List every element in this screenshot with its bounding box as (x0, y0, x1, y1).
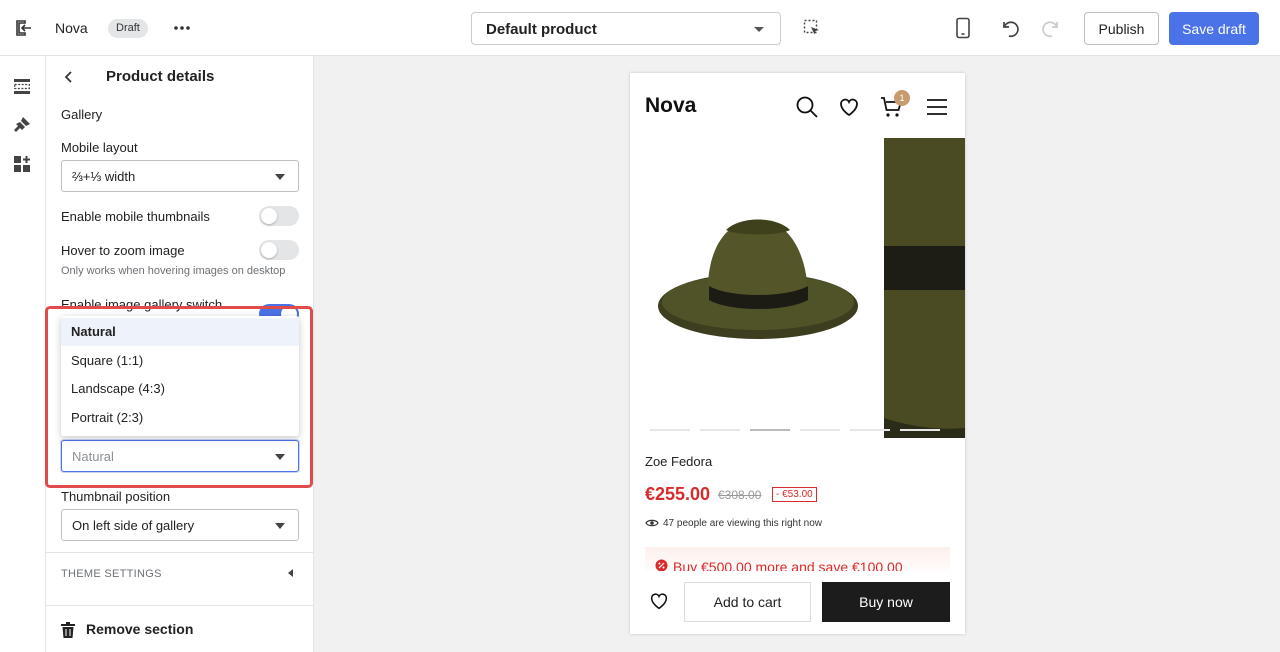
chevron-down-icon (754, 27, 764, 32)
caret-left-icon[interactable] (288, 569, 293, 577)
viewers-text: 47 people are viewing this right now (663, 518, 822, 529)
thumbnail-position-label: Thumbnail position (61, 489, 171, 504)
ratio-option-square[interactable]: Square (1:1) (61, 347, 299, 375)
hat-closeup-illustration (884, 138, 965, 438)
back-chevron-icon[interactable] (62, 70, 76, 84)
mobile-layout-select[interactable]: ⅔+⅓ width (61, 160, 299, 192)
store-preview: Nova 1 Zoe Fedora €255.00 €308.00 - €53.… (630, 73, 965, 634)
sticky-add-to-cart-bar: Add to cart Buy now (630, 571, 965, 634)
remove-section-label: Remove section (86, 621, 194, 637)
pagination-dot[interactable] (800, 429, 840, 431)
trash-icon (61, 622, 75, 638)
gallery-switch-label: Enable image gallery switch (61, 297, 223, 312)
heart-icon[interactable] (648, 590, 670, 612)
divider (46, 605, 314, 606)
store-name: Nova (55, 20, 88, 36)
hover-zoom-toggle[interactable] (259, 240, 299, 260)
image-ratio-select[interactable]: Natural (61, 440, 299, 472)
redo-icon[interactable] (1041, 17, 1063, 39)
hover-zoom-help: Only works when hovering images on deskt… (61, 265, 286, 277)
inspect-selector-icon[interactable] (803, 19, 821, 37)
template-select-value: Default product (486, 21, 597, 38)
pagination-dot-active[interactable] (750, 429, 790, 431)
mobile-thumbnails-label: Enable mobile thumbnails (61, 209, 210, 224)
gallery-heading: Gallery (61, 107, 103, 122)
theme-settings-toggle[interactable]: THEME SETTINGS (61, 568, 162, 580)
product-name: Zoe Fedora (645, 454, 713, 469)
apps-icon[interactable] (12, 154, 32, 174)
compare-at-price: €308.00 (718, 488, 762, 502)
ratio-option-portrait[interactable]: Portrait (2:3) (61, 404, 299, 432)
paintbrush-icon[interactable] (12, 115, 32, 135)
gallery-pagination (650, 429, 950, 432)
top-bar: Nova Draft Default product Publish Save … (0, 0, 1280, 56)
ratio-dropdown-list: Natural Square (1:1) Landscape (4:3) Por… (61, 316, 299, 436)
thumbnail-position-select[interactable]: On left side of gallery (61, 509, 299, 541)
sections-icon[interactable] (12, 76, 32, 96)
mobile-layout-label: Mobile layout (61, 140, 138, 155)
settings-panel: Product details Gallery Mobile layout ⅔+… (46, 56, 314, 652)
pagination-dot[interactable] (650, 429, 690, 431)
savings-badge: - €53.00 (772, 487, 817, 502)
panel-title: Product details (106, 68, 215, 85)
hat-illustration (658, 219, 858, 339)
mobile-layout-value: ⅔+⅓ width (72, 169, 136, 184)
eye-icon (645, 519, 659, 527)
ratio-option-natural[interactable]: Natural (61, 318, 299, 346)
cart-count-badge: 1 (894, 90, 910, 106)
product-image-next[interactable] (884, 138, 965, 438)
hover-zoom-label: Hover to zoom image (61, 243, 185, 258)
thumbnail-position-value: On left side of gallery (72, 518, 195, 533)
pagination-dot[interactable] (700, 429, 740, 431)
status-badge: Draft (108, 19, 148, 38)
preview-logo[interactable]: Nova (645, 94, 696, 118)
divider (46, 552, 314, 553)
caret-down-icon (275, 174, 285, 180)
menu-icon[interactable] (925, 95, 949, 119)
caret-down-icon (275, 454, 285, 460)
wishlist-heart-icon[interactable] (837, 95, 861, 119)
publish-button[interactable]: Publish (1084, 12, 1159, 45)
caret-down-icon (275, 523, 285, 529)
exit-icon[interactable] (13, 18, 33, 38)
product-gallery[interactable] (630, 138, 965, 438)
mobile-view-icon[interactable] (954, 17, 972, 39)
template-select[interactable]: Default product (471, 12, 781, 45)
mobile-thumbnails-toggle[interactable] (259, 206, 299, 226)
product-price: €255.00 (645, 484, 711, 504)
pagination-dot[interactable] (900, 429, 940, 431)
left-rail (0, 56, 46, 652)
product-image[interactable] (630, 138, 882, 438)
undo-icon[interactable] (998, 17, 1020, 39)
search-icon[interactable] (795, 95, 819, 119)
save-draft-button[interactable]: Save draft (1169, 12, 1259, 45)
add-to-cart-button[interactable]: Add to cart (684, 582, 811, 622)
pagination-dot[interactable] (850, 429, 890, 431)
more-options-icon[interactable] (172, 18, 192, 38)
image-ratio-value: Natural (72, 449, 114, 464)
buy-now-button[interactable]: Buy now (822, 582, 950, 622)
ratio-option-landscape[interactable]: Landscape (4:3) (61, 375, 299, 403)
